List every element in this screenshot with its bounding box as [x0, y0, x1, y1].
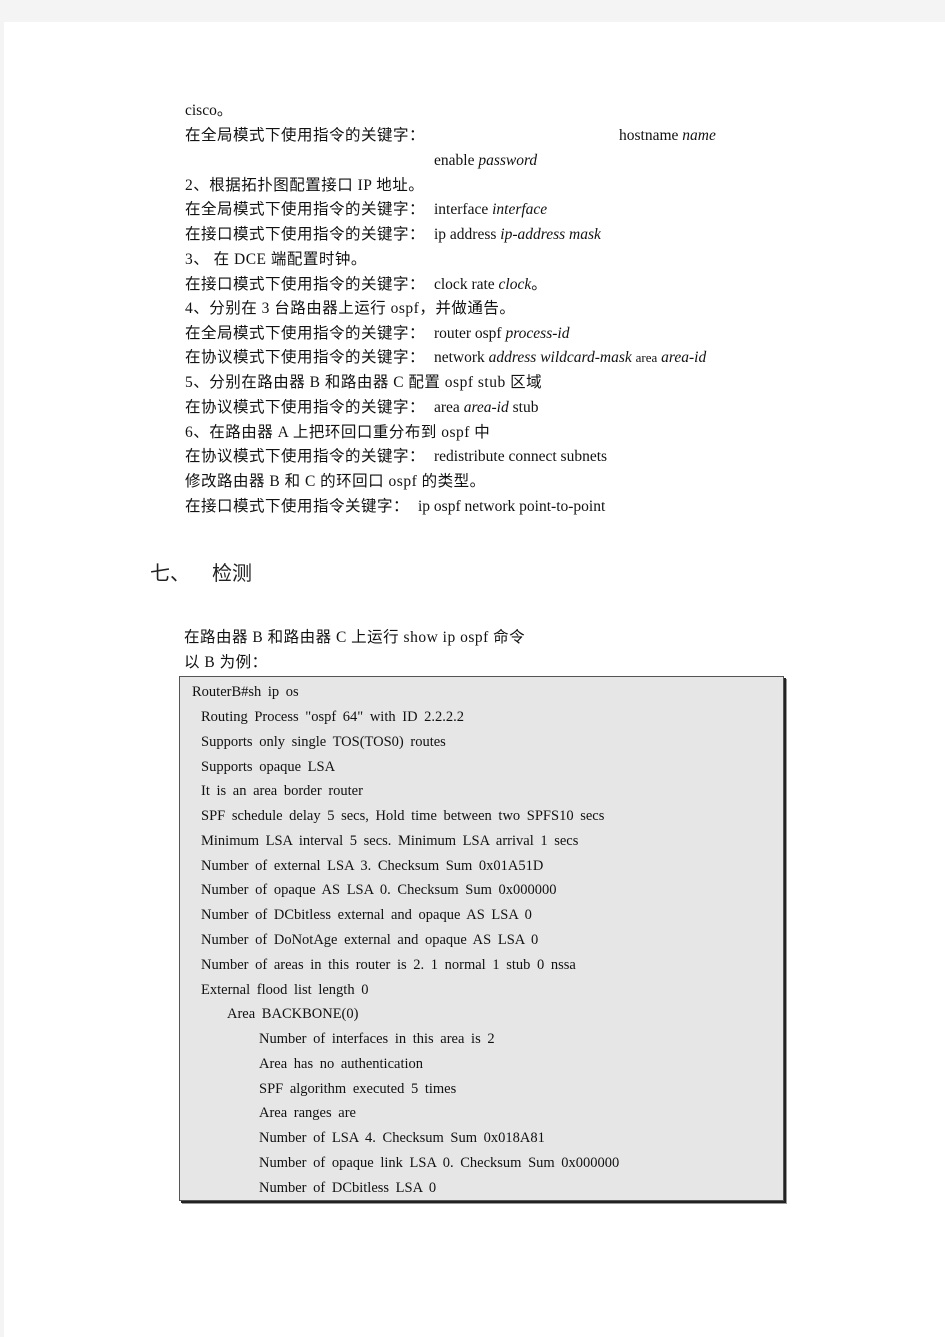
text: cisco。 — [185, 102, 233, 119]
step-heading: 2、根据拓扑图配置接口 IP 地址。 — [185, 176, 424, 196]
output-line: Minimum LSA interval 5 secs. Minimum LSA… — [201, 833, 579, 849]
step-keyword-line: 在接口模式下使用指令的关键字： ip address ip-address ma… — [185, 225, 601, 245]
step-heading: 修改路由器 B 和 C 的环回口 ospf 的类型。 — [185, 472, 486, 492]
command: ip ospf network point-to-point — [418, 497, 605, 517]
intro-text: 以 B 为例： — [184, 653, 268, 673]
command-arg: area-id — [661, 349, 707, 366]
command-arg: clock — [498, 276, 532, 293]
command: network address wildcard-mask area area-… — [434, 348, 706, 368]
command-arg: address wildcard-mask — [488, 349, 632, 366]
command-keyword: ip ospf network point-to-point — [418, 498, 606, 515]
output-line: Number of LSA 4. Checksum Sum 0x018A81 — [259, 1130, 545, 1146]
console-output-box: RouterB#sh ip os Routing Process "ospf 6… — [179, 676, 784, 1201]
command: enable password — [434, 151, 537, 171]
command-arg: process-id — [505, 325, 570, 342]
command-keyword: interface — [434, 201, 489, 218]
step-keyword-line: 在接口模式下使用指令的关键字： clock rate clock。 — [185, 275, 547, 295]
command-keyword: router ospf — [434, 325, 502, 342]
step-keyword-line: 在接口模式下使用指令关键字： ip ospf network point-to-… — [185, 497, 605, 517]
command-arg: ip-address mask — [500, 226, 601, 243]
suffix: 。 — [531, 276, 547, 293]
keyword-label: 在协议模式下使用指令的关键字： — [185, 349, 426, 366]
keyword-label: 在接口模式下使用指令的关键字： — [185, 226, 426, 243]
command-keyword: enable — [434, 152, 475, 169]
step-text: cisco。 — [185, 101, 232, 121]
step-heading: 6、在路由器 A 上把环回口重分布到 ospf 中 — [185, 423, 490, 443]
text: 2、根据拓扑图配置接口 IP 地址。 — [185, 177, 425, 194]
step-keyword-line: 在协议模式下使用指令的关键字： network address wildcard… — [185, 348, 706, 368]
output-line: Number of opaque link LSA 0. Checksum Su… — [259, 1155, 620, 1171]
step-keyword-line: 在协议模式下使用指令的关键字： redistribute connect sub… — [185, 447, 607, 467]
output-line: Number of DCbitless external and opaque … — [201, 907, 532, 923]
section-heading: 七、 检测 — [150, 562, 252, 586]
intro-text: 在路由器 B 和路由器 C 上运行 show ip ospf 命令 — [184, 628, 525, 648]
output-line: RouterB#sh ip os — [192, 684, 299, 700]
command: area area-id stub — [434, 398, 538, 418]
command: router ospf process-id — [434, 324, 569, 344]
output-line: It is an area border router — [201, 783, 363, 799]
command: interface interface — [434, 200, 547, 220]
command-arg: interface — [492, 201, 548, 218]
section-number: 七、 — [150, 563, 190, 585]
command-arg: area-id — [463, 399, 509, 416]
command: redistribute connect subnets — [434, 447, 607, 467]
command: hostname name — [619, 126, 716, 146]
output-line: Number of interfaces in this area is 2 — [259, 1031, 495, 1047]
output-line: Supports only single TOS(TOS0) routes — [201, 734, 446, 750]
output-line: Number of areas in this router is 2. 1 n… — [201, 957, 576, 973]
step-heading: 4、分别在 3 台路由器上运行 ospf，并做通告。 — [185, 299, 515, 319]
text: 4、分别在 3 台路由器上运行 ospf，并做通告。 — [185, 300, 516, 317]
step-keyword-line: 在协议模式下使用指令的关键字： area area-id stub — [185, 398, 538, 418]
step-keyword-line: 在全局模式下使用指令的关键字： interface interface — [185, 200, 547, 220]
output-line: Number of external LSA 3. Checksum Sum 0… — [201, 858, 544, 874]
command-arg: name — [682, 127, 716, 144]
output-line: Number of DCbitless LSA 0 — [259, 1180, 437, 1196]
output-line: Number of DoNotAge external and opaque A… — [201, 932, 539, 948]
output-line: Area has no authentication — [259, 1056, 424, 1072]
keyword-label: 在全局模式下使用指令的关键字： — [185, 127, 426, 144]
command-keyword: network — [434, 349, 485, 366]
section-title: 检测 — [212, 563, 252, 585]
keyword-label: 在协议模式下使用指令的关键字： — [185, 399, 426, 416]
command-keyword: clock rate — [434, 276, 495, 293]
output-line: Area BACKBONE(0) — [227, 1006, 359, 1022]
text: 5、分别在路由器 B 和路由器 C 配置 ospf stub 区域 — [185, 374, 543, 391]
output-line: Number of opaque AS LSA 0. Checksum Sum … — [201, 882, 557, 898]
output-line: SPF algorithm executed 5 times — [259, 1081, 457, 1097]
command: ip address ip-address mask — [434, 225, 601, 245]
text: 修改路由器 B 和 C 的环回口 ospf 的类型。 — [185, 473, 486, 490]
step-heading: 5、分别在路由器 B 和路由器 C 配置 ospf stub 区域 — [185, 373, 542, 393]
text: 在路由器 B 和路由器 C 上运行 show ip ospf 命令 — [184, 629, 526, 646]
text: 以 B 为例： — [184, 654, 268, 671]
output-line: SPF schedule delay 5 secs, Hold time bet… — [201, 808, 605, 824]
keyword-label: 在全局模式下使用指令的关键字： — [185, 325, 426, 342]
text: 3、 在 DCE 端配置时钟。 — [185, 251, 367, 268]
output-line: Routing Process "ospf 64" with ID 2.2.2.… — [201, 709, 465, 725]
command-keyword: stub — [512, 399, 539, 416]
command-keyword: area — [635, 350, 658, 365]
keyword-label: 在协议模式下使用指令的关键字： — [185, 448, 426, 465]
output-line: Supports opaque LSA — [201, 759, 336, 775]
keyword-label: 在全局模式下使用指令的关键字： — [185, 201, 426, 218]
command: clock rate clock。 — [434, 275, 547, 295]
output-line: External flood list length 0 — [201, 982, 369, 998]
command-arg: password — [478, 152, 538, 169]
step-keyword-line: 在全局模式下使用指令的关键字： hostname name — [185, 126, 716, 146]
command-keyword: ip address — [434, 226, 497, 243]
command-keyword: area — [434, 399, 460, 416]
keyword-label: 在接口模式下使用指令关键字： — [185, 498, 410, 515]
command-keyword: hostname — [619, 127, 679, 144]
command-keyword: redistribute connect subnets — [434, 448, 608, 465]
output-line: Area ranges are — [259, 1105, 356, 1121]
text: 6、在路由器 A 上把环回口重分布到 ospf 中 — [185, 424, 491, 441]
step-keyword-line: 在全局模式下使用指令的关键字： router ospf process-id — [185, 324, 569, 344]
keyword-label: 在接口模式下使用指令的关键字： — [185, 276, 426, 293]
step-heading: 3、 在 DCE 端配置时钟。 — [185, 250, 367, 270]
